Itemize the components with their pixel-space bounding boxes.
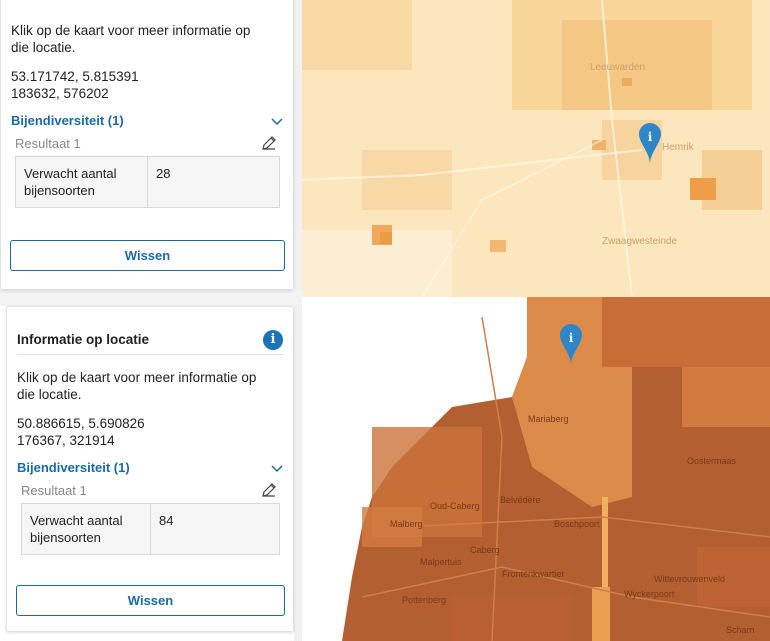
info-icon[interactable]: i bbox=[263, 329, 283, 350]
map-label: Leeuwarden bbox=[590, 62, 645, 73]
pencil-icon[interactable] bbox=[261, 135, 277, 151]
map-label: Wyckerpoort bbox=[624, 589, 675, 599]
header-divider bbox=[17, 354, 283, 355]
panel-divider bbox=[0, 290, 302, 306]
coordinate-rd: 176367, 321914 bbox=[17, 433, 115, 448]
map-label: Malpertuis bbox=[420, 557, 462, 567]
map-label: Mariaberg bbox=[528, 414, 569, 424]
map-label: Pottenberg bbox=[402, 595, 446, 605]
map-label: Frontenkwartier bbox=[502, 569, 565, 579]
panel-title: Informatie op locatie bbox=[17, 332, 150, 347]
chevron-down-icon[interactable] bbox=[271, 462, 283, 474]
map-label: Wittevrouwenveld bbox=[654, 574, 725, 584]
info-panel-top: Klik op de kaart voor meer informatie op… bbox=[0, 0, 294, 290]
panel-gutter bbox=[294, 0, 302, 641]
result-row: Resultaat 1 bbox=[15, 135, 277, 151]
map-label: Caberg bbox=[470, 545, 500, 555]
panel-header: Informatie op locatie i bbox=[7, 307, 293, 355]
map-label: Belvédère bbox=[500, 495, 541, 505]
map-label: Oostermaas bbox=[687, 456, 737, 466]
heatmap-bottom: Boschpoort Belvédère Oud-Caberg Caberg M… bbox=[302, 297, 770, 641]
svg-text:i: i bbox=[648, 130, 653, 144]
clear-button[interactable]: Wissen bbox=[10, 240, 285, 271]
result-table: Verwacht aantal bijensoorten 28 bbox=[15, 156, 280, 208]
info-panel-bottom: Informatie op locatie i Klik op de kaart… bbox=[6, 306, 294, 632]
section-header[interactable]: Bijendiversiteit (1) bbox=[11, 113, 283, 128]
coordinate-wgs84: 53.171742, 5.815391 bbox=[11, 69, 139, 84]
map-label: Oud-Caberg bbox=[430, 501, 480, 511]
map-label: Boschpoort bbox=[554, 519, 600, 529]
map-view-bottom[interactable]: Boschpoort Belvédère Oud-Caberg Caberg M… bbox=[302, 297, 770, 641]
coordinate-wgs84: 50.886615, 5.690826 bbox=[17, 416, 145, 431]
result-key: Verwacht aantal bijensoorten bbox=[15, 156, 148, 208]
coordinate-rd: 183632, 576202 bbox=[11, 86, 109, 101]
result-key: Verwacht aantal bijensoorten bbox=[21, 503, 151, 555]
pencil-icon[interactable] bbox=[261, 482, 277, 498]
section-header[interactable]: Bijendiversiteit (1) bbox=[17, 460, 283, 475]
map-label: Scharn bbox=[726, 625, 755, 635]
result-label: Resultaat 1 bbox=[21, 482, 87, 498]
map-label: Hemrik bbox=[662, 142, 695, 153]
map-label: Zwaagwesteinde bbox=[602, 236, 677, 247]
chevron-down-icon[interactable] bbox=[271, 115, 283, 127]
clear-button[interactable]: Wissen bbox=[16, 585, 285, 616]
heatmap-top: Leeuwarden Hemrik Zwaagwesteinde i bbox=[302, 0, 770, 297]
panel-intro-text: Klik op de kaart voor meer informatie op… bbox=[17, 370, 257, 402]
section-title: Bijendiversiteit (1) bbox=[11, 113, 124, 128]
result-label: Resultaat 1 bbox=[15, 135, 81, 151]
result-value: 84 bbox=[150, 503, 280, 555]
result-table: Verwacht aantal bijensoorten 84 bbox=[21, 503, 280, 555]
result-value: 28 bbox=[147, 156, 280, 208]
panel-intro-text: Klik op de kaart voor meer informatie op… bbox=[11, 23, 251, 55]
section-title: Bijendiversiteit (1) bbox=[17, 460, 130, 475]
map-label: Malberg bbox=[390, 519, 423, 529]
map-view-top[interactable]: Leeuwarden Hemrik Zwaagwesteinde i bbox=[302, 0, 770, 297]
result-row: Resultaat 1 bbox=[21, 482, 277, 498]
svg-text:i: i bbox=[569, 331, 574, 345]
